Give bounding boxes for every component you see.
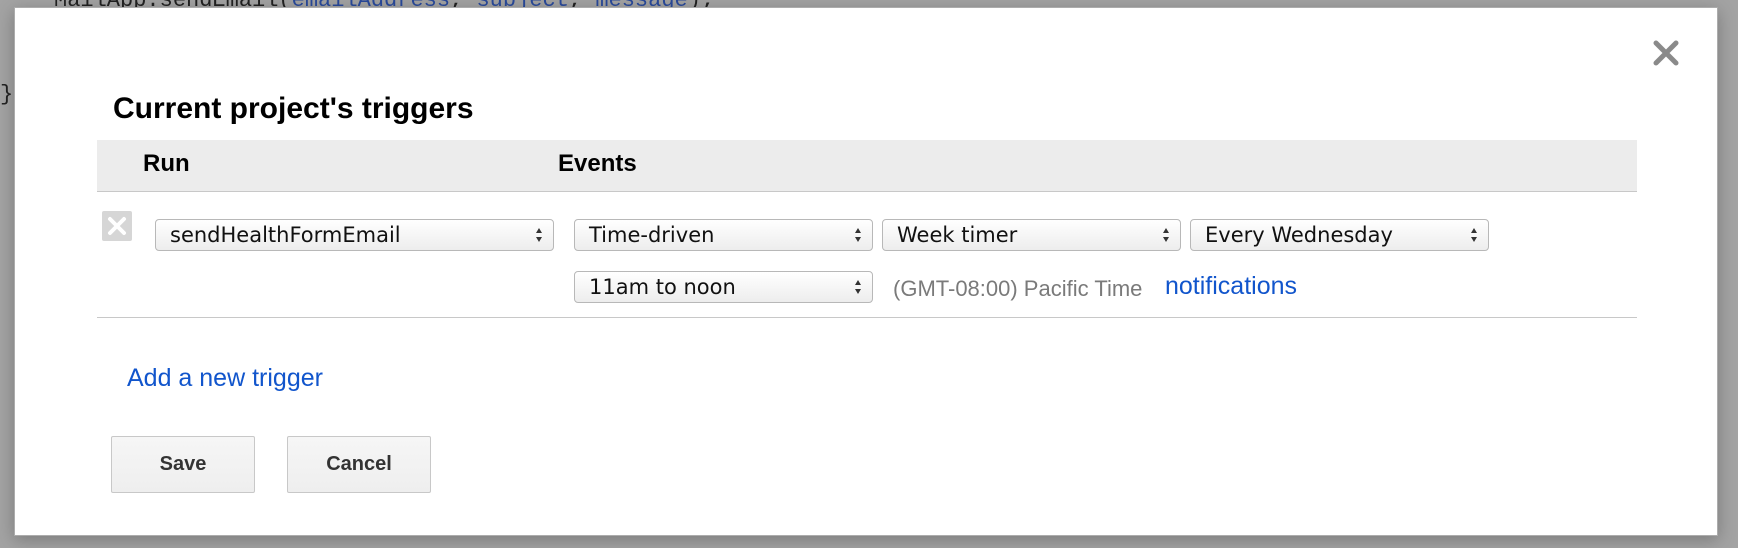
add-new-trigger-link[interactable]: Add a new trigger [127, 364, 323, 393]
triggers-table-header: Run Events [97, 140, 1637, 192]
code-closing-brace: } [0, 82, 14, 107]
triggers-dialog: Current project's triggers Run Events se… [14, 7, 1718, 536]
function-select-value: sendHealthFormEmail [170, 223, 401, 247]
delete-trigger-button[interactable] [102, 211, 132, 241]
select-arrows-icon [1471, 228, 1477, 242]
cancel-button[interactable]: Cancel [287, 436, 431, 493]
timer-type-select[interactable]: Week timer [882, 219, 1181, 251]
event-source-select[interactable]: Time-driven [574, 219, 873, 251]
timer-type-value: Week timer [897, 223, 1018, 247]
dialog-title: Current project's triggers [113, 92, 474, 125]
event-source-value: Time-driven [589, 223, 715, 247]
day-value: Every Wednesday [1205, 223, 1393, 247]
timezone-label: (GMT-08:00) Pacific Time [893, 276, 1143, 301]
row-divider [97, 317, 1637, 318]
select-arrows-icon [855, 228, 861, 242]
function-select[interactable]: sendHealthFormEmail [155, 219, 554, 251]
time-of-day-select[interactable]: 11am to noon [574, 271, 873, 303]
save-button[interactable]: Save [111, 436, 255, 493]
close-icon[interactable] [1651, 38, 1681, 68]
select-arrows-icon [1163, 228, 1169, 242]
select-arrows-icon [855, 280, 861, 294]
column-header-events: Events [558, 150, 637, 177]
notifications-link[interactable]: notifications [1165, 272, 1297, 301]
time-of-day-value: 11am to noon [589, 275, 736, 299]
delete-x-icon [108, 217, 126, 235]
column-header-run: Run [143, 150, 190, 177]
select-arrows-icon [536, 228, 542, 242]
day-select[interactable]: Every Wednesday [1190, 219, 1489, 251]
